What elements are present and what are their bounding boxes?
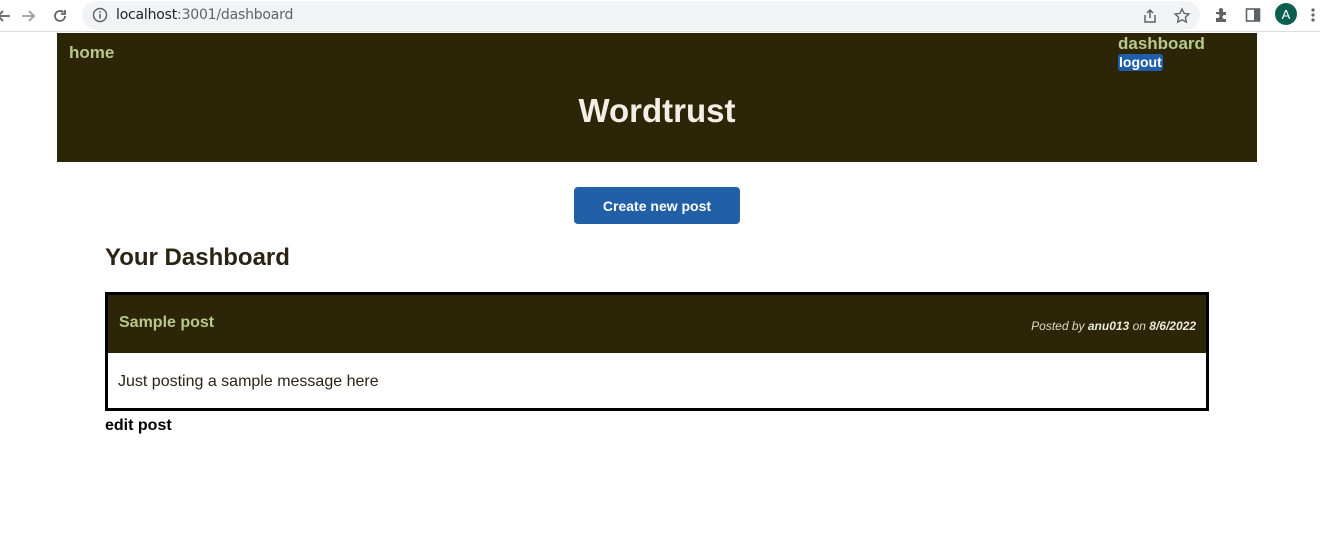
post-meta: Posted by anu013 on 8/6/2022 [1031, 319, 1196, 333]
avatar[interactable]: A [1275, 3, 1297, 25]
logout-button[interactable]: logout [1118, 54, 1163, 71]
extensions-icon[interactable] [1213, 6, 1231, 24]
address-bar[interactable]: localhost:3001/dashboard [82, 1, 1200, 30]
forward-icon[interactable] [16, 4, 40, 28]
info-icon[interactable] [92, 7, 108, 23]
menu-icon[interactable] [1310, 6, 1320, 24]
posted-by-label: Posted by [1031, 319, 1085, 333]
side-panel-icon[interactable] [1244, 6, 1262, 24]
post-title[interactable]: Sample post [119, 314, 214, 332]
dashboard-link[interactable]: dashboard [1118, 34, 1205, 54]
url-path: :3001/dashboard [177, 7, 294, 23]
home-link[interactable]: home [69, 43, 114, 63]
post-header: Sample post Posted by anu013 on 8/6/2022 [108, 295, 1206, 353]
on-label: on [1132, 319, 1146, 333]
post-body: Just posting a sample message here [118, 373, 379, 390]
back-icon[interactable] [0, 4, 16, 28]
share-icon[interactable] [1141, 7, 1159, 25]
reload-icon[interactable] [48, 4, 72, 28]
post-date: 8/6/2022 [1149, 319, 1196, 333]
url-host: localhost [116, 7, 178, 23]
edit-post-link[interactable]: edit post [105, 417, 172, 435]
url-text[interactable]: localhost:3001/dashboard [116, 7, 293, 23]
site-title: Wordtrust [578, 92, 736, 129]
post-card[interactable]: Sample post Posted by anu013 on 8/6/2022… [105, 292, 1209, 411]
dashboard-title: Your Dashboard [105, 244, 290, 271]
avatar-letter: A [1281, 6, 1291, 22]
browser-toolbar: localhost:3001/dashboard A [0, 0, 1320, 32]
post-author: anu013 [1087, 319, 1130, 333]
site-header: home dashboard logout Wordtrust [57, 33, 1257, 162]
create-new-post-button[interactable]: Create new post [574, 187, 740, 224]
star-icon[interactable] [1173, 7, 1191, 25]
